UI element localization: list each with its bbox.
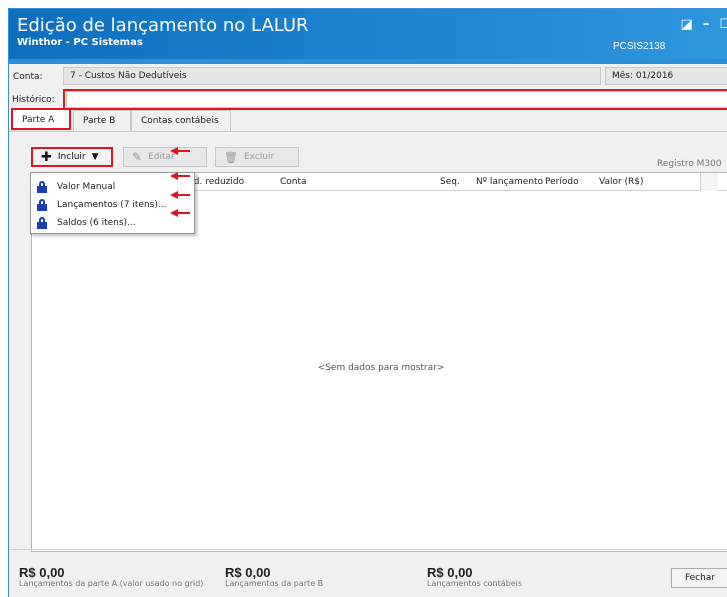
total-contabeis: R$ 0,00	[427, 565, 473, 580]
red-arrow-icon	[170, 147, 190, 155]
total-parte-a: R$ 0,00	[19, 565, 65, 580]
window-subtitle: Winthor - PC Sistemas	[17, 37, 143, 48]
conta-field: 7 - Custos Não Dedutíveis	[63, 67, 601, 85]
trash-icon: 🗑	[224, 150, 238, 164]
incluir-dropdown-menu: Valor Manual Lançamentos (7 itens)... Sa…	[30, 172, 195, 234]
tab-parte-b[interactable]: Parte B	[73, 110, 131, 132]
tab-parte-a[interactable]: Parte A	[11, 108, 71, 130]
lock-icon	[37, 180, 47, 193]
lock-icon	[37, 216, 47, 229]
minimize-icon[interactable]: –	[703, 17, 710, 32]
incluir-button[interactable]: ✚ Incluir ▼	[31, 147, 113, 167]
registro-label: Registro M300	[657, 159, 722, 169]
footer-divider	[9, 549, 727, 550]
lock-icon	[37, 198, 47, 211]
plus-icon: ✚	[41, 149, 52, 165]
red-arrow-icon	[170, 172, 190, 180]
tab-divider	[9, 131, 727, 132]
total-parte-b-caption: Lançamentos da parte B	[225, 579, 324, 588]
pencil-icon: ✎	[132, 150, 143, 164]
dialog-window: Edição de lançamento no LALUR Winthor - …	[8, 8, 727, 597]
window-title: Edição de lançamento no LALUR	[17, 15, 309, 36]
window-controls: ◪ – ☐	[681, 17, 727, 32]
maximize-icon[interactable]: ☐	[719, 17, 727, 32]
total-parte-b: R$ 0,00	[225, 565, 271, 580]
col-periodo[interactable]: Período	[545, 177, 579, 187]
excluir-button[interactable]: 🗑 Excluir	[215, 147, 299, 167]
historico-label: Histórico:	[12, 95, 55, 105]
program-code: PCSIS2138	[613, 41, 666, 52]
dropdown-arrow-icon: ▼	[91, 152, 99, 162]
red-arrow-icon	[170, 191, 190, 199]
tab-contas-contabeis[interactable]: Contas contábeis	[131, 110, 231, 132]
title-bar: Edição de lançamento no LALUR Winthor - …	[9, 9, 727, 59]
historico-input[interactable]	[66, 91, 727, 108]
title-accent-bar	[9, 59, 727, 64]
menu-item-label: Saldos (6 itens)...	[57, 217, 136, 228]
editar-button[interactable]: ✎ Editar	[123, 147, 207, 167]
fechar-button[interactable]: Fechar	[671, 568, 727, 588]
grid-corner	[700, 173, 718, 191]
total-contabeis-caption: Lançamentos contábeis	[427, 579, 523, 588]
restore-icon[interactable]: ◪	[681, 17, 693, 32]
conta-label: Conta:	[13, 72, 43, 82]
empty-message: <Sem dados para mostrar>	[317, 363, 445, 373]
menu-item-label: Valor Manual	[57, 181, 116, 192]
col-n-lancamento[interactable]: Nº lançamento	[476, 177, 543, 187]
col-seq[interactable]: Seq.	[440, 177, 460, 187]
red-arrow-icon	[170, 209, 190, 217]
incluir-label: Incluir	[57, 152, 86, 162]
total-parte-a-caption: Lançamentos da parte A (valor usado no g…	[19, 579, 204, 588]
col-conta[interactable]: Conta	[280, 177, 307, 187]
excluir-label: Excluir	[243, 152, 275, 162]
mes-field: Mês: 01/2016	[605, 67, 727, 85]
menu-item-label: Lançamentos (7 itens)...	[57, 199, 167, 210]
col-valor[interactable]: Valor (R$)	[599, 177, 644, 187]
